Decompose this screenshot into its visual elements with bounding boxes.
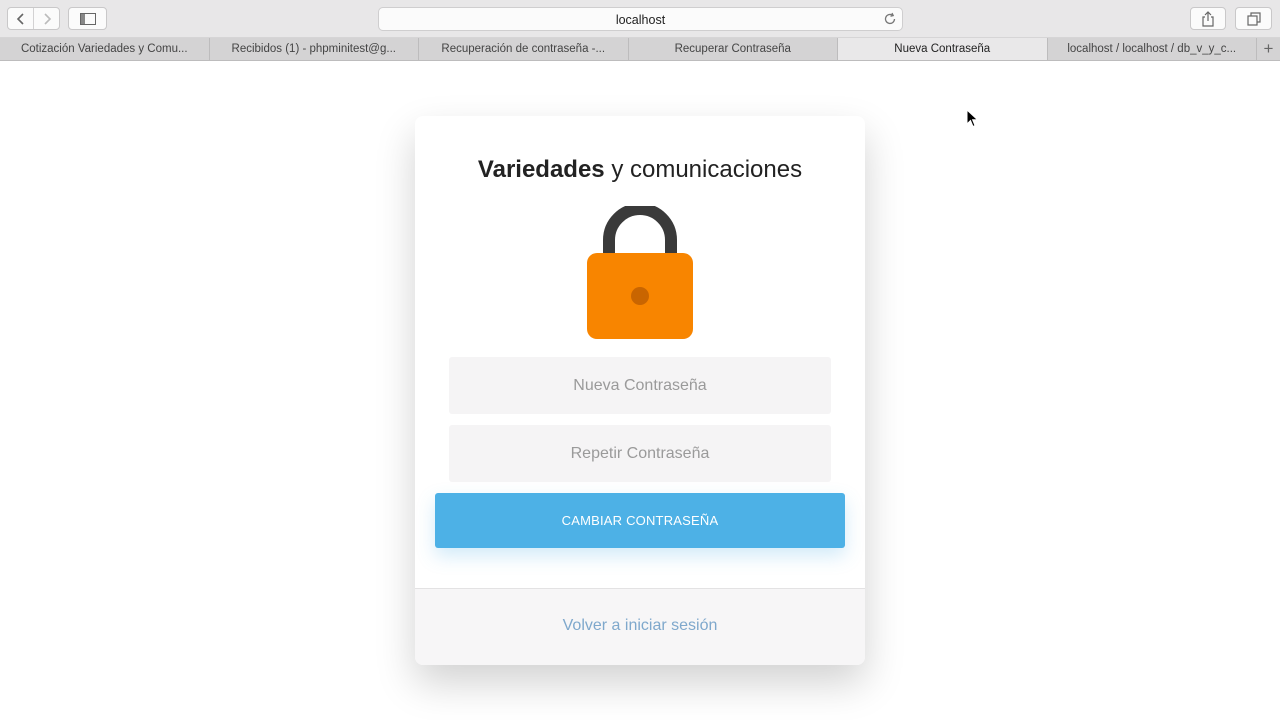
brand-title-rest: y comunicaciones [604, 156, 803, 183]
tab-recuperacion[interactable]: Recuperación de contraseña -... [419, 38, 629, 60]
tab-strip: Cotización Variedades y Comu... Recibido… [0, 38, 1280, 61]
card-footer: Volver a iniciar sesión [415, 588, 865, 665]
tab-cotizacion[interactable]: Cotización Variedades y Comu... [0, 38, 210, 60]
tab-label: Recuperación de contraseña -... [441, 43, 606, 55]
tab-label: Nueva Contraseña [894, 43, 991, 55]
new-password-input[interactable] [449, 357, 831, 414]
brand-title: Variedades y comunicaciones [415, 156, 865, 184]
tabs-overview-icon [1246, 11, 1261, 26]
reload-icon[interactable] [883, 12, 897, 26]
tab-label: localhost / localhost / db_v_y_c... [1067, 43, 1237, 55]
tab-label: Recibidos (1) - phpminitest@g... [231, 43, 396, 55]
reset-password-card: Variedades y comunicaciones CAMBIAR CONT… [415, 116, 865, 665]
sidebar-icon [79, 12, 96, 25]
tab-phpmyadmin[interactable]: localhost / localhost / db_v_y_c... [1048, 38, 1257, 60]
back-to-login-link[interactable]: Volver a iniciar sesión [415, 617, 865, 635]
new-tab-icon: + [1263, 39, 1274, 58]
forward-icon [43, 12, 51, 25]
address-url: localhost [615, 13, 666, 27]
brand-title-bold: Variedades [477, 156, 605, 183]
lock-icon [587, 206, 693, 339]
tab-nueva-contrasena[interactable]: Nueva Contraseña [838, 38, 1048, 60]
sidebar-button[interactable] [68, 7, 107, 30]
mouse-cursor-icon [966, 109, 979, 128]
tab-label: Cotización Variedades y Comu... [20, 43, 188, 55]
share-icon [1202, 10, 1214, 27]
back-button[interactable] [8, 8, 33, 29]
tabs-overview-button[interactable] [1235, 7, 1272, 30]
change-password-button[interactable]: CAMBIAR CONTRASEÑA [435, 493, 845, 548]
back-icon [16, 12, 24, 25]
browser-toolbar: localhost [0, 0, 1280, 38]
forward-button[interactable] [33, 8, 59, 29]
address-bar[interactable]: localhost [378, 7, 903, 31]
tab-recibidos[interactable]: Recibidos (1) - phpminitest@g... [210, 38, 419, 60]
tab-recuperar-contrasena[interactable]: Recuperar Contraseña [629, 38, 838, 60]
new-tab-button[interactable]: + [1257, 38, 1280, 60]
nav-buttons [7, 7, 60, 30]
repeat-password-input[interactable] [449, 425, 831, 482]
share-button[interactable] [1190, 7, 1226, 30]
tab-label: Recuperar Contraseña [674, 43, 791, 55]
